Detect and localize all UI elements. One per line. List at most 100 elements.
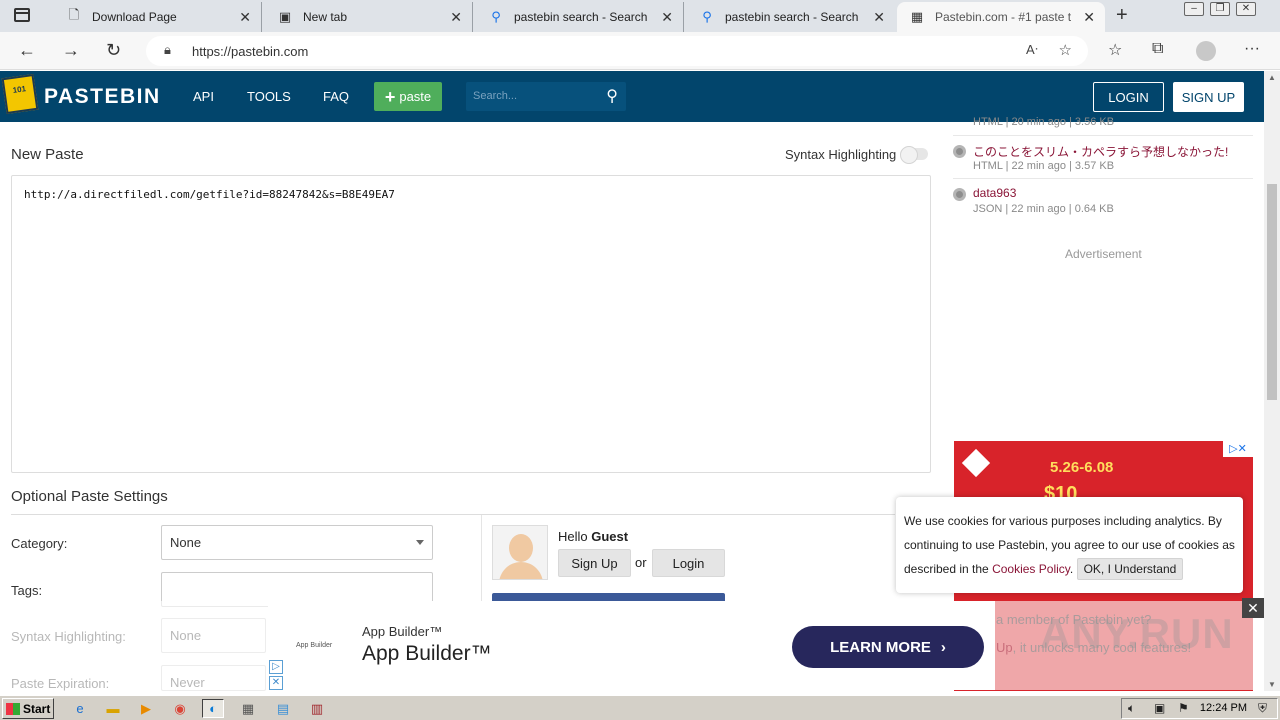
- forward-icon[interactable]: →: [62, 40, 80, 61]
- security-icon[interactable]: ⛨: [1258, 701, 1267, 716]
- login-button[interactable]: LOGIN: [1093, 82, 1164, 112]
- paste-title[interactable]: このことをスリム・カペラすら予想しなかった!: [973, 143, 1228, 160]
- globe-icon: [953, 188, 966, 201]
- chevron-right-icon: ›: [940, 638, 946, 656]
- close-window-icon[interactable]: ✕: [1236, 2, 1256, 16]
- advertisement-label: Advertisement: [1065, 247, 1142, 261]
- winrar-icon[interactable]: ▥: [306, 699, 328, 718]
- paste-meta: JSON | 22 min ago | 0.64 KB: [973, 203, 1114, 215]
- nav-faq[interactable]: FAQ: [323, 89, 349, 104]
- scroll-down-icon[interactable]: ▼: [1268, 680, 1276, 689]
- more-menu-icon[interactable]: ···: [1244, 40, 1260, 58]
- cookie-consent-box: We use cookies for various purposes incl…: [896, 497, 1243, 593]
- address-bar[interactable]: 🔒︎ https://pastebin.com A͏ᐧ ☆: [146, 36, 1088, 66]
- guest-login-button[interactable]: Login: [652, 549, 725, 577]
- adchoices-close-icon[interactable]: ▷✕: [1223, 441, 1253, 457]
- cookies-policy-link[interactable]: Cookies Policy: [992, 562, 1070, 576]
- guest-signup-button[interactable]: Sign Up: [558, 549, 631, 577]
- category-select[interactable]: None: [161, 525, 433, 560]
- volume-icon[interactable]: 🔈︎: [1128, 701, 1135, 716]
- close-icon[interactable]: ✕: [873, 9, 885, 26]
- expiration-label: Paste Expiration:: [11, 676, 110, 691]
- scroll-up-icon[interactable]: ▲: [1268, 73, 1276, 82]
- close-icon[interactable]: ✕: [239, 9, 251, 26]
- cookie-ok-button[interactable]: OK, I Understand: [1076, 558, 1184, 580]
- adchoices-icon[interactable]: ▷: [269, 660, 283, 674]
- lock-icon[interactable]: 🔒︎: [164, 42, 171, 58]
- signup-label: SIGN UP: [1181, 89, 1236, 105]
- profile-avatar[interactable]: [1196, 41, 1216, 61]
- syntax-select[interactable]: None: [161, 618, 266, 653]
- paste-textarea[interactable]: http://a.directfiledl.com/getfile?id=882…: [11, 175, 931, 473]
- notepad-icon[interactable]: ▤: [272, 699, 294, 718]
- learn-more-button[interactable]: LEARN MORE ›: [792, 626, 984, 668]
- tab-search-1[interactable]: ⚲ pastebin search - Search ✕: [476, 2, 684, 32]
- expiration-select[interactable]: Never: [161, 665, 266, 691]
- divider: [481, 515, 482, 605]
- hello-text: Hello Guest: [558, 529, 628, 544]
- tab-actions-icon[interactable]: [14, 8, 30, 22]
- start-button[interactable]: Start: [2, 698, 54, 719]
- paste-title[interactable]: data963: [973, 186, 1016, 200]
- tab-pastebin[interactable]: ▦ Pastebin.com - #1 paste t ✕: [897, 2, 1105, 32]
- folder-icon[interactable]: ▬: [102, 699, 124, 718]
- new-tab-button[interactable]: +: [1116, 4, 1128, 27]
- learn-more-label: LEARN MORE: [830, 638, 931, 656]
- minimize-icon[interactable]: –: [1184, 2, 1204, 16]
- or-text: or: [635, 555, 647, 570]
- add-favorite-icon[interactable]: ☆: [1059, 41, 1072, 59]
- tab-label: New tab: [303, 10, 348, 24]
- back-icon[interactable]: ←: [18, 40, 36, 61]
- promo-link[interactable]: Up: [996, 640, 1013, 655]
- url-text[interactable]: https://pastebin.com: [192, 44, 308, 59]
- brand-name[interactable]: PASTEBIN: [44, 85, 161, 109]
- maximize-icon[interactable]: ❐: [1210, 2, 1230, 16]
- nav-api[interactable]: API: [193, 89, 214, 104]
- page-scrollbar[interactable]: ▲ ▼: [1264, 71, 1280, 691]
- chrome-icon[interactable]: ◉: [169, 699, 191, 718]
- collections-icon[interactable]: ⧉: [1152, 40, 1163, 58]
- tab-new-tab[interactable]: ▣ New tab ✕: [265, 2, 473, 32]
- divider: [953, 178, 1253, 179]
- media-player-icon[interactable]: ▶: [135, 699, 157, 718]
- tab-search-2[interactable]: ⚲ pastebin search - Search ✕: [687, 2, 895, 32]
- bottom-ad-banner[interactable]: App Builder App Builder™ App Builder™ LE…: [268, 601, 995, 690]
- cookie-text-end: .: [1069, 562, 1074, 576]
- syntax-highlighting-toggle[interactable]: [900, 146, 928, 164]
- pastebin-logo[interactable]: 101: [1, 73, 39, 115]
- divider: [953, 135, 1253, 136]
- site-search-input[interactable]: Search... ⚲: [466, 82, 626, 111]
- page-title: New Paste: [11, 146, 84, 163]
- flag-icon[interactable]: ⚑: [1178, 701, 1189, 715]
- ad-title: App Builder™: [362, 642, 492, 665]
- login-label: LOGIN: [1108, 89, 1149, 105]
- watermark: ANY.RUN: [1040, 610, 1234, 657]
- guest-login-label: Login: [672, 555, 705, 571]
- refresh-icon[interactable]: ↻: [106, 40, 121, 61]
- divider: [11, 514, 895, 515]
- ie-icon[interactable]: e: [69, 699, 91, 718]
- close-icon[interactable]: ✕: [661, 9, 673, 26]
- scrollbar-thumb[interactable]: [1267, 184, 1277, 400]
- syntax-highlighting-label: Syntax Highlighting: [785, 147, 897, 162]
- tab-download-page[interactable]: 🗋 Download Page ✕: [54, 2, 262, 32]
- close-icon[interactable]: ✕: [450, 9, 462, 26]
- close-ad-icon[interactable]: ✕: [1242, 598, 1264, 618]
- ad-dates: 5.26-6.08: [1050, 459, 1114, 476]
- tab-label: pastebin search - Search: [725, 10, 859, 24]
- new-paste-button[interactable]: + paste: [374, 82, 442, 111]
- signup-button[interactable]: SIGN UP: [1173, 82, 1244, 112]
- edge-icon[interactable]: ◐: [202, 699, 224, 718]
- search-icon: ⚲: [491, 9, 501, 24]
- network-icon[interactable]: ▣: [1154, 701, 1165, 715]
- paste-meta: HTML | 22 min ago | 3.57 KB: [973, 160, 1115, 172]
- ad-close-icon[interactable]: ✕: [269, 676, 283, 690]
- read-aloud-icon[interactable]: A͏ᐧ: [1026, 42, 1038, 58]
- pastebin-favicon-icon: ▦: [910, 9, 924, 24]
- favorites-icon[interactable]: ☆: [1108, 40, 1122, 60]
- network-app-icon[interactable]: ▦: [237, 699, 259, 718]
- close-icon[interactable]: ✕: [1083, 9, 1095, 26]
- nav-tools[interactable]: TOOLS: [247, 89, 291, 104]
- system-tray: 🔈︎ ▣ ⚑ 12:24 PM ⛨: [1121, 698, 1278, 719]
- search-icon[interactable]: ⚲: [606, 86, 618, 106]
